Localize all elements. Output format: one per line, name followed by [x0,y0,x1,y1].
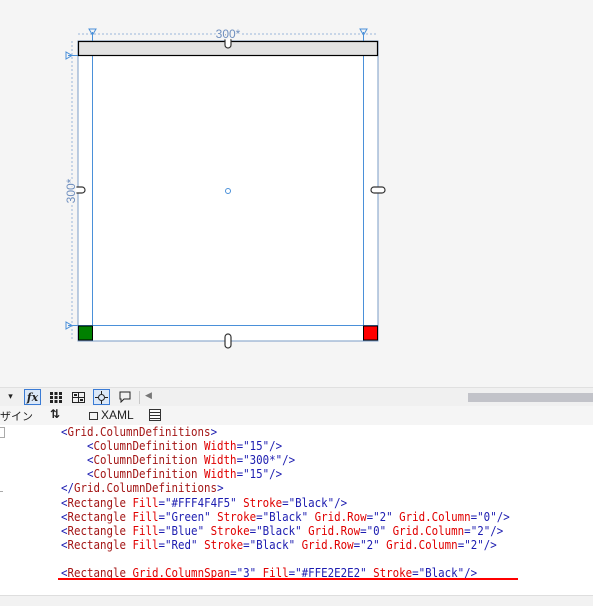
code-token: Width [197,453,237,468]
code-token: Fill [126,509,159,524]
code-token: ="Green" [158,509,211,524]
code-token: < [61,467,94,482]
code-token: Fill [126,495,159,510]
code-line[interactable]: <Rectangle Fill="Green" Stroke="Black" G… [61,510,510,524]
code-token: < [61,453,94,468]
scroll-left-arrow-icon[interactable]: ◀ [145,391,152,401]
code-token: Stroke [197,537,244,552]
code-line[interactable]: <ColumnDefinition Width="300*"/> [61,453,295,467]
code-token: > [210,425,218,439]
code-token: ="0"/> [470,509,510,524]
code-token: Rectangle [67,495,127,510]
code-token: ="15"/> [236,467,283,482]
code-token: Fill [126,537,159,552]
grid-snap-icon[interactable] [70,389,87,405]
code-token: ="2"/> [464,523,504,538]
code-token: ="Black" [243,537,296,552]
code-token: Grid.ColumnDefinitions [67,425,211,439]
resize-handle-right[interactable] [370,186,386,194]
code-token: Stroke [210,509,257,524]
code-token: > [217,481,224,496]
xaml-editor[interactable]: <Grid.ColumnDefinitions> <ColumnDefiniti… [0,425,593,595]
code-token: Stroke [204,523,250,538]
center-point[interactable] [225,188,231,194]
code-token: Fill [126,523,159,538]
code-token: ="0" [360,523,387,538]
code-token: ="#FFF4F4F5" [158,495,237,510]
outline-tick [0,491,3,492]
code-token: Rectangle [67,537,127,552]
swap-panes-icon[interactable]: ⇅ [50,407,60,421]
code-token: ="Black" [256,509,309,524]
code-token: ="2" [353,537,380,552]
code-token: Grid.Row [295,537,354,552]
horizontal-scrollbar-thumb[interactable] [468,393,593,402]
tab-design[interactable]: ザイン [0,408,33,424]
tab-xaml[interactable]: XAML [101,408,134,422]
green-rectangle[interactable] [78,325,93,341]
design-surface[interactable]: 300* 300* [0,0,593,387]
code-token: ColumnDefinition [93,453,198,468]
column-width-label[interactable]: 300* [214,26,242,43]
editor-gutter [0,425,10,595]
code-line[interactable]: <ColumnDefinition Width="15"/> [61,467,282,481]
code-token: Rectangle [67,509,127,524]
split-view-icon[interactable] [149,409,161,421]
view-tab-bar: ザイン ⇅ XAML [0,406,593,426]
code-token: ="Blue" [158,523,205,538]
code-token: Stroke [236,495,283,510]
code-token: Grid.ColumnDefinitions [74,481,218,496]
annotation-underline [58,578,518,580]
red-rectangle[interactable] [363,325,378,341]
dropdown-arrow-icon[interactable]: ▾ [2,389,19,405]
code-token: ="15"/> [236,439,283,454]
code-token: Width [197,439,237,454]
code-token: ColumnDefinition [93,439,198,454]
code-token: ="2" [366,509,393,524]
code-token: Grid.Column [392,509,471,524]
code-token: Grid.Column [386,523,465,538]
code-token: Rectangle [67,523,127,538]
code-line[interactable]: <ColumnDefinition Width="15"/> [61,439,282,453]
code-line[interactable]: <Grid.ColumnDefinitions> [61,425,217,439]
code-token: ="300*"/> [236,453,296,468]
code-line[interactable]: <Rectangle Fill="Red" Stroke="Black" Gri… [61,538,497,552]
code-token: </ [61,481,75,496]
code-line[interactable]: <Rectangle Fill="#FFF4F4F5" Stroke="Blac… [61,496,347,510]
toolbar-separator [139,391,140,404]
collapse-marker-icon[interactable] [0,427,5,438]
code-line[interactable]: <Rectangle Fill="Blue" Stroke="Black" Gr… [61,524,503,538]
xaml-tab-icon [89,412,98,420]
row-height-label[interactable]: 300* [63,177,80,205]
code-token: Grid.Column [379,537,458,552]
code-token: ="2"/> [457,537,497,552]
code-token: ="Black" [249,523,302,538]
designer-toolbar: ▾ fx ◀ [0,387,593,407]
code-token: ="Red" [158,537,198,552]
editor-bottom-bar [0,595,593,606]
code-token: Grid.Row [301,523,361,538]
code-token: ColumnDefinition [93,467,198,482]
grid-icon[interactable] [47,389,64,405]
snap-points-icon[interactable] [93,389,110,405]
code-token: Grid.Row [308,509,367,524]
code-token: < [61,439,94,454]
code-token: ="Black"/> [282,495,348,510]
code-line[interactable]: </Grid.ColumnDefinitions> [61,481,224,495]
comment-icon[interactable] [116,389,133,405]
fx-button[interactable]: fx [24,389,41,405]
code-token: Width [197,467,237,482]
resize-handle-bottom[interactable] [224,333,232,349]
grid-designer-canvas[interactable]: 300* 300* [0,0,593,387]
